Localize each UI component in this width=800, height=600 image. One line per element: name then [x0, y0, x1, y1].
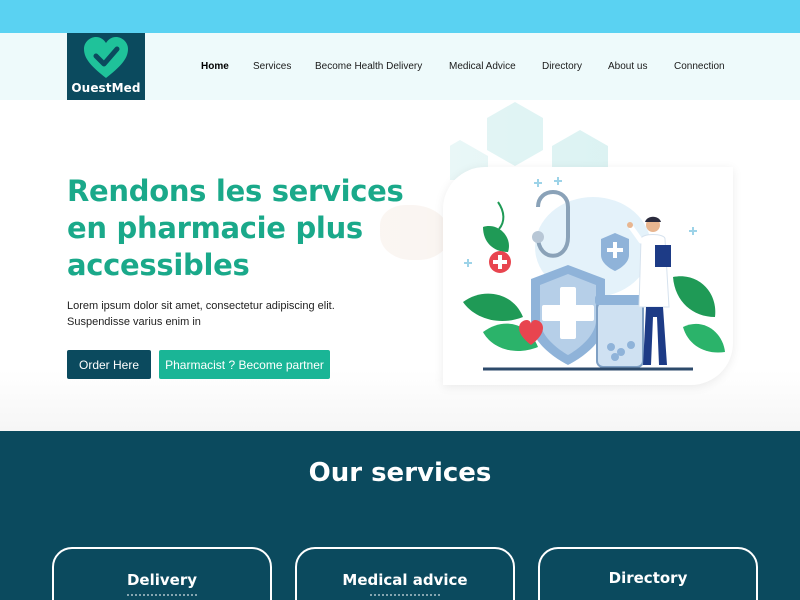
hero-description: Lorem ipsum dolor sit amet, consectetur …	[67, 300, 335, 328]
nav-become-health-delivery[interactable]: Become Health Delivery	[315, 61, 422, 72]
top-color-strip	[0, 0, 800, 33]
service-card-subtext	[127, 594, 197, 597]
hero-illustration-card	[443, 167, 733, 385]
order-here-button[interactable]: Order Here	[67, 350, 151, 379]
service-card-delivery[interactable]: Delivery	[52, 547, 272, 600]
become-partner-button[interactable]: Pharmacist ? Become partner	[159, 350, 330, 379]
nav-connection[interactable]: Connection	[674, 61, 725, 72]
nav-services[interactable]: Services	[253, 61, 291, 72]
hero-title: Rendons les services en pharmacie plus a…	[67, 174, 404, 282]
nav-medical-advice[interactable]: Medical Advice	[449, 61, 516, 72]
service-card-title: Directory	[608, 569, 688, 587]
nav-home[interactable]: Home	[201, 61, 229, 72]
brand-logo[interactable]: OuestMed	[67, 33, 145, 100]
heart-check-icon	[84, 37, 128, 78]
nav-directory[interactable]: Directory	[542, 61, 582, 72]
service-card-subtext	[370, 594, 440, 597]
brand-name: OuestMed	[71, 81, 141, 95]
service-card-directory[interactable]: Directory	[538, 547, 758, 600]
service-card-medical-advice[interactable]: Medical advice	[295, 547, 515, 600]
service-card-title: Medical advice	[342, 571, 468, 589]
services-section: Our services Delivery Medical advice Dir…	[0, 431, 800, 600]
nav-about-us[interactable]: About us	[608, 61, 647, 72]
service-card-title: Delivery	[126, 571, 198, 589]
services-title: Our services	[308, 458, 492, 488]
doctor-illustration-icon	[463, 177, 725, 371]
